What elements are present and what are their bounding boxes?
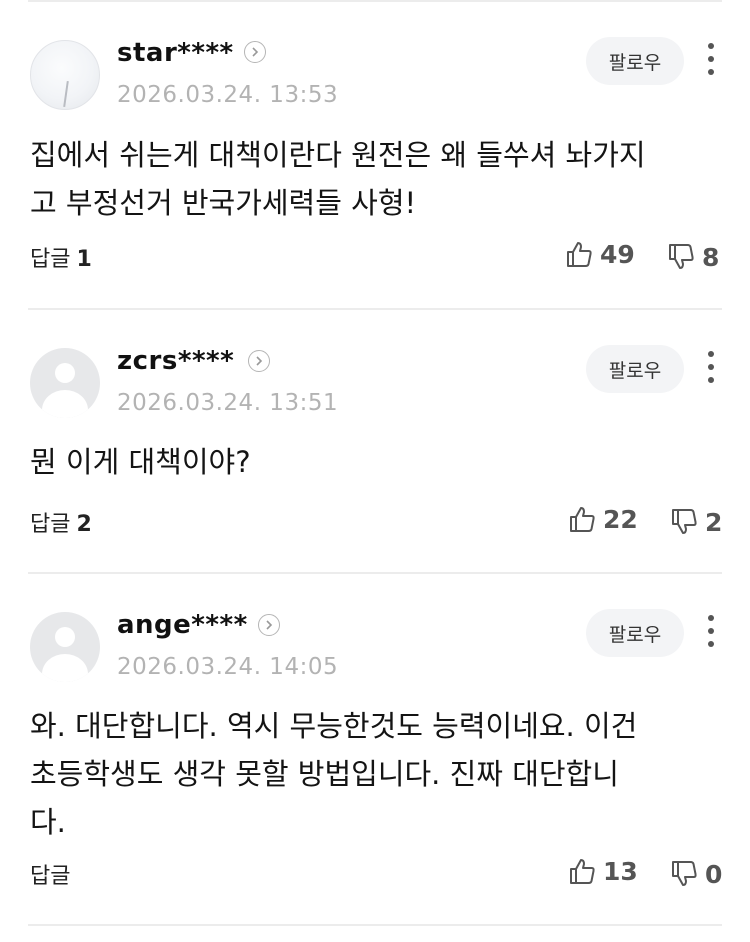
- reply-count: 2: [76, 512, 92, 537]
- thumbs-down-icon: [672, 509, 697, 534]
- follow-button[interactable]: 팔로우: [586, 37, 684, 85]
- avatar[interactable]: [30, 612, 100, 682]
- like-count: 22: [603, 505, 638, 534]
- thumbs-up-icon: [570, 859, 595, 884]
- dislike-button[interactable]: 0: [670, 860, 730, 890]
- comment-nickname[interactable]: ange****: [117, 610, 248, 640]
- reply-label: 답글: [30, 247, 71, 272]
- more-vertical-icon[interactable]: [700, 612, 722, 652]
- chevron-right-icon[interactable]: [258, 614, 280, 636]
- thumbs-up-icon: [567, 242, 592, 267]
- thumbs-down-icon: [669, 244, 694, 269]
- follow-button[interactable]: 팔로우: [586, 345, 684, 393]
- dislike-count: 0: [705, 860, 723, 889]
- reply-count: 1: [76, 247, 92, 272]
- more-vertical-icon[interactable]: [700, 348, 722, 388]
- reply-label: 답글: [30, 864, 71, 889]
- avatar[interactable]: [30, 40, 100, 110]
- comment-item: star**** 2026.03.24. 13:53 팔로우 집에서 쉬는게 대…: [0, 0, 750, 310]
- like-button[interactable]: 13: [568, 857, 638, 887]
- comment-nickname[interactable]: zcrs****: [117, 346, 234, 376]
- dislike-button[interactable]: 2: [670, 508, 730, 538]
- avatar[interactable]: [30, 348, 100, 418]
- dislike-count: 8: [702, 243, 720, 272]
- like-count: 13: [603, 857, 638, 886]
- like-button[interactable]: 22: [568, 505, 638, 535]
- reply-button[interactable]: 답글 2: [30, 506, 92, 538]
- chevron-right-icon[interactable]: [244, 41, 266, 63]
- comment-nickname[interactable]: star****: [117, 38, 234, 68]
- reply-button[interactable]: 답글 1: [30, 241, 92, 273]
- thumbs-down-icon: [672, 861, 697, 886]
- comment-divider: [28, 924, 722, 926]
- comment-text: 와. 대단합니다. 역시 무능한것도 능력이네요. 이건 초등학생도 생각 못할…: [30, 709, 638, 839]
- follow-button[interactable]: 팔로우: [586, 609, 684, 657]
- comment-timestamp: 2026.03.24. 14:05: [117, 654, 339, 680]
- comment-item: ange**** 2026.03.24. 14:05 팔로우 와. 대단합니다.…: [0, 574, 750, 926]
- dislike-count: 2: [705, 508, 723, 537]
- thumbs-up-icon: [570, 507, 595, 532]
- comment-timestamp: 2026.03.24. 13:51: [117, 390, 339, 416]
- like-button[interactable]: 49: [565, 240, 635, 270]
- reply-label: 답글: [30, 512, 71, 537]
- more-vertical-icon[interactable]: [700, 40, 722, 80]
- reply-button[interactable]: 답글: [30, 858, 76, 890]
- chevron-right-icon[interactable]: [248, 350, 270, 372]
- comment-text: 집에서 쉬는게 대책이란다 원전은 왜 들쑤셔 놔가지 고 부정선거 반국가세력…: [30, 138, 646, 220]
- like-count: 49: [600, 240, 635, 269]
- comment-timestamp: 2026.03.24. 13:53: [117, 82, 339, 108]
- comment-item: zcrs**** 2026.03.24. 13:51 팔로우 뭔 이게 대책이야…: [0, 310, 750, 574]
- dislike-button[interactable]: 8: [667, 243, 727, 273]
- comment-text: 뭔 이게 대책이야?: [30, 445, 251, 479]
